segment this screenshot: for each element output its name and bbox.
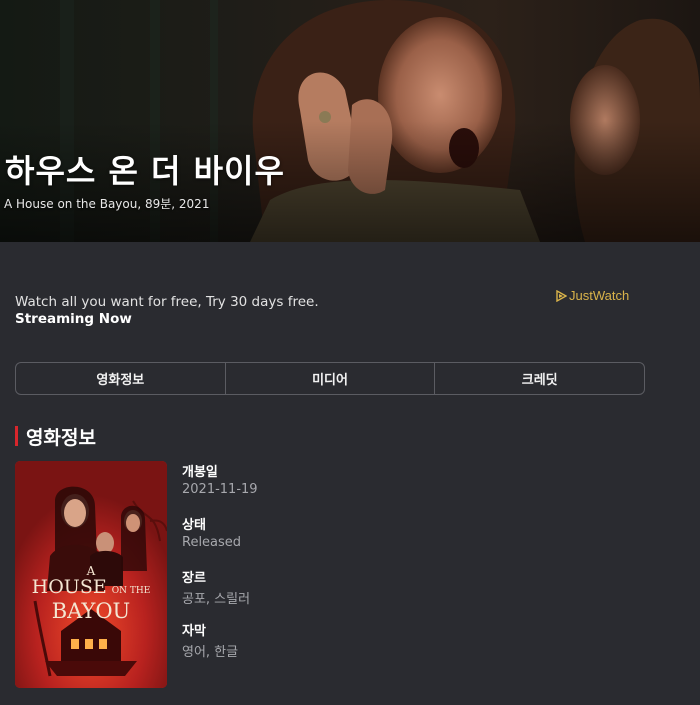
justwatch-label: JustWatch: [569, 288, 630, 303]
promo-text: Watch all you want for free, Try 30 days…: [15, 294, 319, 310]
movie-poster[interactable]: A HOUSE ON THE BAYOU: [15, 461, 167, 688]
justwatch-logo[interactable]: JustWatch: [556, 288, 629, 303]
promo-highlight[interactable]: Streaming Now: [15, 311, 132, 327]
tab-credits[interactable]: 크레딧: [435, 363, 644, 394]
info-value: 2021-11-19: [182, 482, 258, 497]
info-value: 공포, 스릴러: [182, 592, 251, 607]
streaming-promo[interactable]: Watch all you want for free, Try 30 days…: [15, 294, 385, 328]
section-accent-bar: [15, 426, 18, 446]
movie-subtitle: A House on the Bayou, 89분, 2021: [4, 197, 210, 211]
poster-title-bayou: BAYOU: [51, 599, 131, 623]
movie-title: 하우스 온 더 바이우: [5, 152, 285, 190]
justwatch-play-icon: [556, 289, 567, 302]
info-label: 자막: [182, 624, 206, 639]
info-genre: 장르 공포, 스릴러: [182, 567, 258, 620]
info-release-date: 개봉일 2021-11-19: [182, 461, 258, 514]
info-label: 상태: [182, 518, 206, 533]
section-heading: 영화정보: [15, 425, 96, 449]
info-status: 상태 Released: [182, 514, 258, 567]
poster-title-on-the: ON THE: [111, 586, 151, 596]
poster-title: A HOUSE ON THE BAYOU: [15, 565, 167, 623]
info-subtitles: 자막 영어, 한글: [182, 620, 258, 673]
info-value: Released: [182, 535, 242, 550]
hero-banner: 하우스 온 더 바이우 A House on the Bayou, 89분, 2…: [0, 0, 700, 242]
movie-info-list: 개봉일 2021-11-19 상태 Released 장르 공포, 스릴러 자막…: [182, 461, 258, 673]
tab-media[interactable]: 미디어: [226, 363, 436, 394]
info-label: 개봉일: [182, 465, 218, 480]
info-label: 장르: [182, 571, 206, 586]
section-title: 영화정보: [26, 426, 96, 449]
tab-movie-info[interactable]: 영화정보: [16, 363, 226, 394]
info-value: 영어, 한글: [182, 645, 239, 660]
tab-bar: 영화정보 미디어 크레딧: [15, 362, 645, 395]
poster-title-house: HOUSE: [31, 576, 107, 598]
